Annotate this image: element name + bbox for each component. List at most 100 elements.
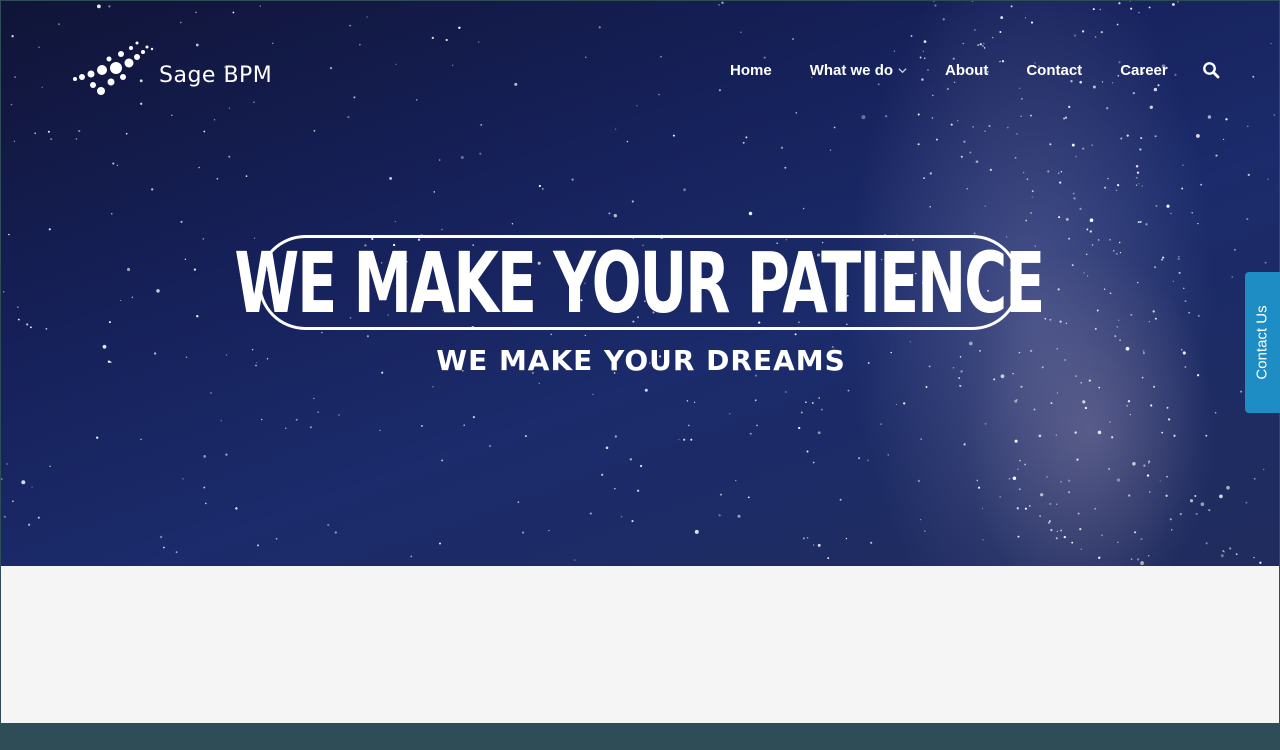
star <box>50 138 53 141</box>
star <box>1018 488 1021 490</box>
star <box>6 463 8 465</box>
star <box>1088 379 1091 382</box>
search-icon[interactable] <box>1202 61 1220 79</box>
star <box>917 479 921 483</box>
star <box>1191 211 1194 214</box>
hero-headline-frame: WE MAKE YOUR PATIENCE <box>235 235 1046 330</box>
star <box>920 438 922 440</box>
star <box>1060 171 1062 173</box>
star <box>1183 287 1185 290</box>
star <box>687 424 690 427</box>
star <box>1056 392 1059 394</box>
star <box>805 401 807 404</box>
star <box>228 155 231 158</box>
star <box>984 205 986 207</box>
star <box>745 136 748 139</box>
contact-us-tab[interactable]: Contact Us <box>1245 272 1280 413</box>
page-frame: Sage BPM Home What we do About Contact C… <box>0 0 1280 724</box>
star <box>1039 515 1041 517</box>
star <box>981 507 984 510</box>
star <box>1137 221 1140 224</box>
star <box>1195 512 1198 515</box>
star <box>1119 339 1121 341</box>
star <box>1214 411 1217 414</box>
star <box>1215 154 1218 157</box>
star <box>935 138 938 141</box>
nav-item-label: What we do <box>809 61 894 79</box>
star <box>1117 541 1119 543</box>
star <box>420 424 423 427</box>
star <box>488 444 492 448</box>
star <box>784 166 787 169</box>
star <box>45 328 48 330</box>
brand-logo[interactable]: Sage BPM <box>71 39 272 97</box>
dot-swoosh-logo-icon <box>73 41 154 95</box>
star <box>1038 434 1042 438</box>
star <box>1108 468 1110 470</box>
nav-item-career[interactable]: Career <box>1120 59 1168 81</box>
star <box>31 486 33 488</box>
star <box>438 159 441 161</box>
star <box>1089 218 1094 223</box>
star <box>463 424 465 426</box>
star <box>1014 156 1017 159</box>
star <box>1127 400 1131 403</box>
star <box>1094 507 1097 510</box>
star <box>1098 556 1101 559</box>
star <box>1130 313 1133 316</box>
star <box>1182 164 1184 166</box>
star <box>1065 322 1068 325</box>
star <box>785 391 787 393</box>
star <box>295 418 298 421</box>
star <box>1049 143 1052 146</box>
nav-item-contact[interactable]: Contact <box>1026 59 1082 81</box>
star <box>1115 252 1118 255</box>
star <box>1109 238 1111 241</box>
star <box>112 162 115 165</box>
star <box>1076 458 1079 461</box>
star <box>866 459 869 462</box>
star <box>754 399 757 402</box>
star <box>1118 241 1121 244</box>
star <box>629 458 632 461</box>
star <box>285 427 287 429</box>
star <box>17 318 20 321</box>
star <box>26 323 29 326</box>
star <box>963 140 966 143</box>
star <box>389 176 393 180</box>
star <box>1161 256 1165 259</box>
star <box>999 496 1001 498</box>
star <box>12 500 14 503</box>
nav-item-home[interactable]: Home <box>730 59 772 81</box>
star <box>1267 178 1269 180</box>
star <box>75 138 78 140</box>
star <box>839 498 842 501</box>
star <box>574 559 576 561</box>
nav-item-what-we-do[interactable]: What we do <box>810 59 907 81</box>
star <box>225 453 228 456</box>
star <box>163 546 165 549</box>
star <box>1060 480 1062 483</box>
star <box>125 132 128 135</box>
star <box>929 172 932 175</box>
star <box>1197 314 1200 318</box>
star <box>735 479 737 482</box>
star <box>182 478 184 480</box>
star <box>1154 317 1157 320</box>
star <box>1060 529 1063 532</box>
star <box>432 386 434 388</box>
star <box>1235 553 1238 556</box>
star <box>3 515 6 518</box>
star <box>1140 561 1145 566</box>
star <box>1044 318 1047 320</box>
star <box>216 177 219 180</box>
star <box>1083 272 1085 274</box>
star <box>16 306 19 308</box>
star <box>1200 502 1205 507</box>
nav-item-about[interactable]: About <box>945 59 988 81</box>
star <box>917 143 920 146</box>
star <box>321 331 323 334</box>
star <box>880 423 882 425</box>
star <box>1056 503 1058 505</box>
star <box>975 160 979 164</box>
